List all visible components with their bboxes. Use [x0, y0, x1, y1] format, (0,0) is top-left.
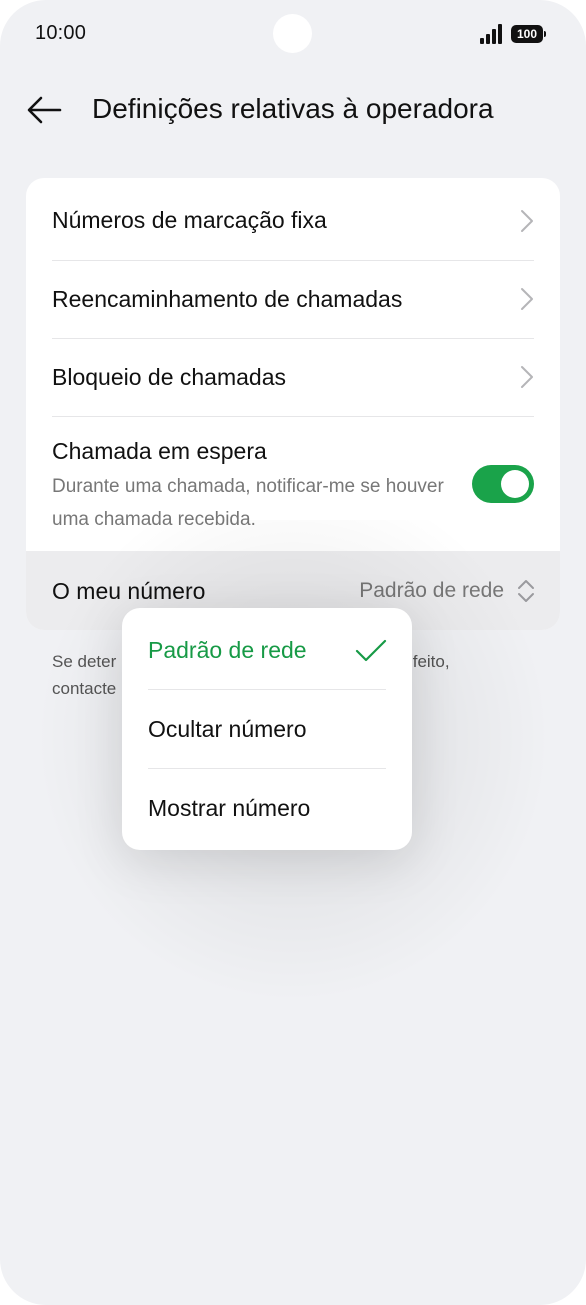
status-time: 10:00: [35, 22, 87, 44]
phone-screen: 10:00 100 Definições relativas à operado…: [0, 0, 586, 1305]
signal-icon: [480, 24, 502, 44]
call-forwarding-label: Reencaminhamento de chamadas: [52, 286, 403, 312]
chevron-right-icon: [521, 366, 533, 388]
chevron-updown-icon: [518, 580, 534, 602]
arrow-left-icon: [27, 96, 62, 124]
my-number-value: Padrão de rede: [359, 579, 504, 602]
menu-item-label: Ocultar número: [148, 716, 307, 742]
status-bar: 10:00 100: [0, 0, 586, 70]
toggle-knob: [501, 470, 529, 498]
call-barring-label: Bloqueio de chamadas: [52, 364, 286, 390]
battery-level: 100: [516, 27, 538, 41]
chevron-right-icon: [521, 210, 533, 232]
call-waiting-label: Chamada em espera: [52, 438, 267, 464]
check-icon: [355, 639, 387, 662]
my-number-popup-menu: Padrão de rede Ocultar número Mostrar nú…: [122, 608, 412, 850]
menu-item-show-number[interactable]: Mostrar número: [122, 768, 412, 848]
menu-item-hide-number[interactable]: Ocultar número: [122, 689, 412, 769]
menu-item-label: Padrão de rede: [148, 637, 307, 663]
page-title: Definições relativas à operadora: [92, 93, 494, 124]
menu-item-network-default[interactable]: Padrão de rede: [122, 610, 412, 690]
menu-item-label: Mostrar número: [148, 795, 311, 821]
call-waiting-description: Durante uma chamada, notificar-me se hou…: [52, 476, 444, 530]
chevron-right-icon: [521, 288, 533, 310]
front-camera: [273, 14, 312, 53]
footer-note-start: Se deter: [52, 652, 117, 671]
battery-icon: 100: [511, 25, 546, 43]
call-forwarding-row[interactable]: Reencaminhamento de chamadas: [26, 260, 560, 338]
call-barring-row[interactable]: Bloqueio de chamadas: [26, 338, 560, 416]
fixed-dialing-row[interactable]: Números de marcação fixa: [26, 178, 560, 260]
fixed-dialing-label: Números de marcação fixa: [52, 207, 327, 233]
call-waiting-toggle[interactable]: [472, 465, 534, 503]
back-button[interactable]: [22, 88, 66, 132]
my-number-label: O meu número: [52, 578, 206, 604]
settings-card: Números de marcação fixa Reencaminhament…: [26, 178, 560, 630]
